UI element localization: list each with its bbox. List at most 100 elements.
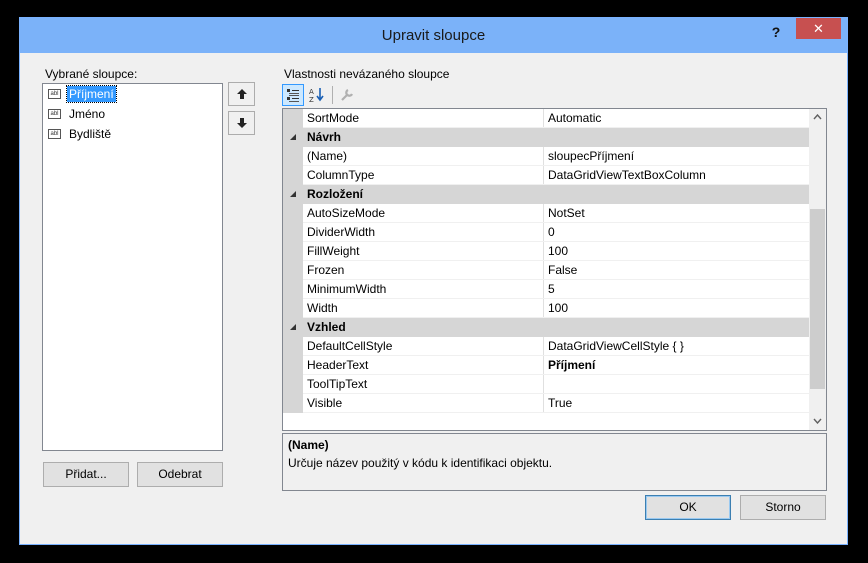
svg-text:A: A: [309, 88, 314, 96]
property-value[interactable]: 100: [544, 242, 809, 260]
scroll-thumb[interactable]: [810, 209, 825, 389]
property-grid-scrollbar[interactable]: [809, 109, 826, 430]
property-name[interactable]: SortMode: [303, 109, 544, 127]
row-gutter: [283, 280, 303, 299]
property-name[interactable]: FillWeight: [303, 242, 544, 260]
ok-button[interactable]: OK: [645, 495, 731, 520]
property-name[interactable]: AutoSizeMode: [303, 204, 544, 222]
help-button[interactable]: ?: [765, 22, 787, 42]
scroll-down-button[interactable]: [809, 413, 826, 430]
row-gutter: [283, 394, 303, 413]
close-button[interactable]: ✕: [796, 18, 841, 39]
row-gutter: [283, 223, 303, 242]
add-button[interactable]: Přidat...: [43, 462, 129, 487]
collapse-triangle-icon[interactable]: [289, 323, 297, 331]
description-title: (Name): [288, 438, 329, 452]
property-name[interactable]: Width: [303, 299, 544, 317]
property-value[interactable]: 5: [544, 280, 809, 298]
property-value[interactable]: Automatic: [544, 109, 809, 127]
property-grid[interactable]: SortMode Automatic Návrh (Name) sloupecPříjm…: [282, 108, 827, 431]
dialog-title: Upravit sloupce: [381, 27, 486, 44]
column-name: Příjmení: [66, 85, 117, 103]
property-value[interactable]: DataGridViewTextBoxColumn: [544, 166, 809, 184]
list-item[interactable]: abl Bydliště: [43, 124, 222, 144]
chevron-up-icon: [813, 113, 822, 120]
properties-label: Vlastnosti nevázaného sloupce: [284, 67, 450, 81]
alphabetical-button[interactable]: A Z: [306, 84, 328, 106]
property-row[interactable]: AutoSizeMode NotSet: [283, 204, 809, 223]
move-up-button[interactable]: [228, 82, 255, 106]
property-pages-button[interactable]: [336, 84, 358, 106]
title-bar[interactable]: Upravit sloupce ? ✕: [20, 18, 847, 53]
property-value[interactable]: False: [544, 261, 809, 279]
collapse-triangle-icon[interactable]: [289, 190, 297, 198]
arrow-up-icon: [236, 89, 247, 99]
edit-columns-dialog: Upravit sloupce ? ✕ Vybrané sloupce: abl…: [19, 17, 848, 545]
property-row[interactable]: DefaultCellStyle DataGridViewCellStyle { …: [283, 337, 809, 356]
property-name[interactable]: DividerWidth: [303, 223, 544, 241]
categorized-button[interactable]: [282, 84, 304, 106]
property-category-row[interactable]: Rozložení: [283, 185, 809, 204]
property-name[interactable]: ToolTipText: [303, 375, 544, 393]
column-name: Bydliště: [69, 127, 112, 141]
property-name[interactable]: ColumnType: [303, 166, 544, 184]
textbox-column-icon: abl: [48, 109, 61, 119]
selected-columns-list[interactable]: abl Příjmení abl Jméno abl Bydliště: [42, 83, 223, 451]
property-name[interactable]: HeaderText: [303, 356, 544, 374]
property-row[interactable]: DividerWidth 0: [283, 223, 809, 242]
collapse-triangle-icon[interactable]: [289, 133, 297, 141]
property-row[interactable]: (Name) sloupecPříjmení: [283, 147, 809, 166]
property-row[interactable]: FillWeight 100: [283, 242, 809, 261]
list-item[interactable]: abl Jméno: [43, 104, 222, 124]
category-name: Rozložení: [307, 187, 363, 201]
list-item[interactable]: abl Příjmení: [43, 84, 222, 104]
toolbar-separator: [332, 86, 333, 104]
selected-columns-label: Vybrané sloupce:: [45, 67, 138, 81]
row-gutter: [283, 109, 303, 128]
cancel-button[interactable]: Storno: [740, 495, 826, 520]
scroll-up-button[interactable]: [809, 109, 826, 126]
row-gutter: [283, 147, 303, 166]
remove-button[interactable]: Odebrat: [137, 462, 223, 487]
property-value[interactable]: NotSet: [544, 204, 809, 222]
row-gutter: [283, 337, 303, 356]
property-name[interactable]: Frozen: [303, 261, 544, 279]
arrow-down-icon: [236, 118, 247, 128]
property-row[interactable]: SortMode Automatic: [283, 109, 809, 128]
property-value[interactable]: 0: [544, 223, 809, 241]
row-gutter: [283, 356, 303, 375]
property-name[interactable]: DefaultCellStyle: [303, 337, 544, 355]
column-name: Jméno: [69, 107, 106, 121]
row-gutter: [283, 299, 303, 318]
property-value[interactable]: True: [544, 394, 809, 412]
property-row[interactable]: Frozen False: [283, 261, 809, 280]
property-row[interactable]: MinimumWidth 5: [283, 280, 809, 299]
row-gutter: [283, 261, 303, 280]
close-icon: ✕: [813, 21, 824, 36]
chevron-down-icon: [813, 418, 822, 425]
category-name: Vzhled: [307, 320, 346, 334]
property-value[interactable]: sloupecPříjmení: [544, 147, 809, 165]
property-row[interactable]: Width 100: [283, 299, 809, 318]
category-name: Návrh: [307, 130, 342, 144]
property-row[interactable]: Visible True: [283, 394, 809, 413]
property-category-row[interactable]: Vzhled: [283, 318, 809, 337]
property-value[interactable]: 100: [544, 299, 809, 317]
property-name[interactable]: (Name): [303, 147, 544, 165]
property-name[interactable]: Visible: [303, 394, 544, 412]
property-category-row[interactable]: Návrh: [283, 128, 809, 147]
property-row[interactable]: ToolTipText: [283, 375, 809, 394]
property-grid-toolbar: A Z: [282, 84, 582, 108]
svg-text:Z: Z: [309, 96, 314, 104]
property-row[interactable]: HeaderText Příjmení: [283, 356, 809, 375]
move-down-button[interactable]: [228, 111, 255, 135]
property-value[interactable]: Příjmení: [544, 356, 809, 374]
property-row[interactable]: ColumnType DataGridViewTextBoxColumn: [283, 166, 809, 185]
row-gutter: [283, 166, 303, 185]
property-value[interactable]: [544, 375, 809, 393]
property-value[interactable]: DataGridViewCellStyle { }: [544, 337, 809, 355]
description-text: Určuje název použitý v kódu k identifika…: [288, 456, 553, 470]
property-name[interactable]: MinimumWidth: [303, 280, 544, 298]
property-grid-rows: SortMode Automatic Návrh (Name) sloupecPříjm…: [283, 109, 809, 413]
alphabetical-sort-icon: A Z: [309, 88, 324, 104]
